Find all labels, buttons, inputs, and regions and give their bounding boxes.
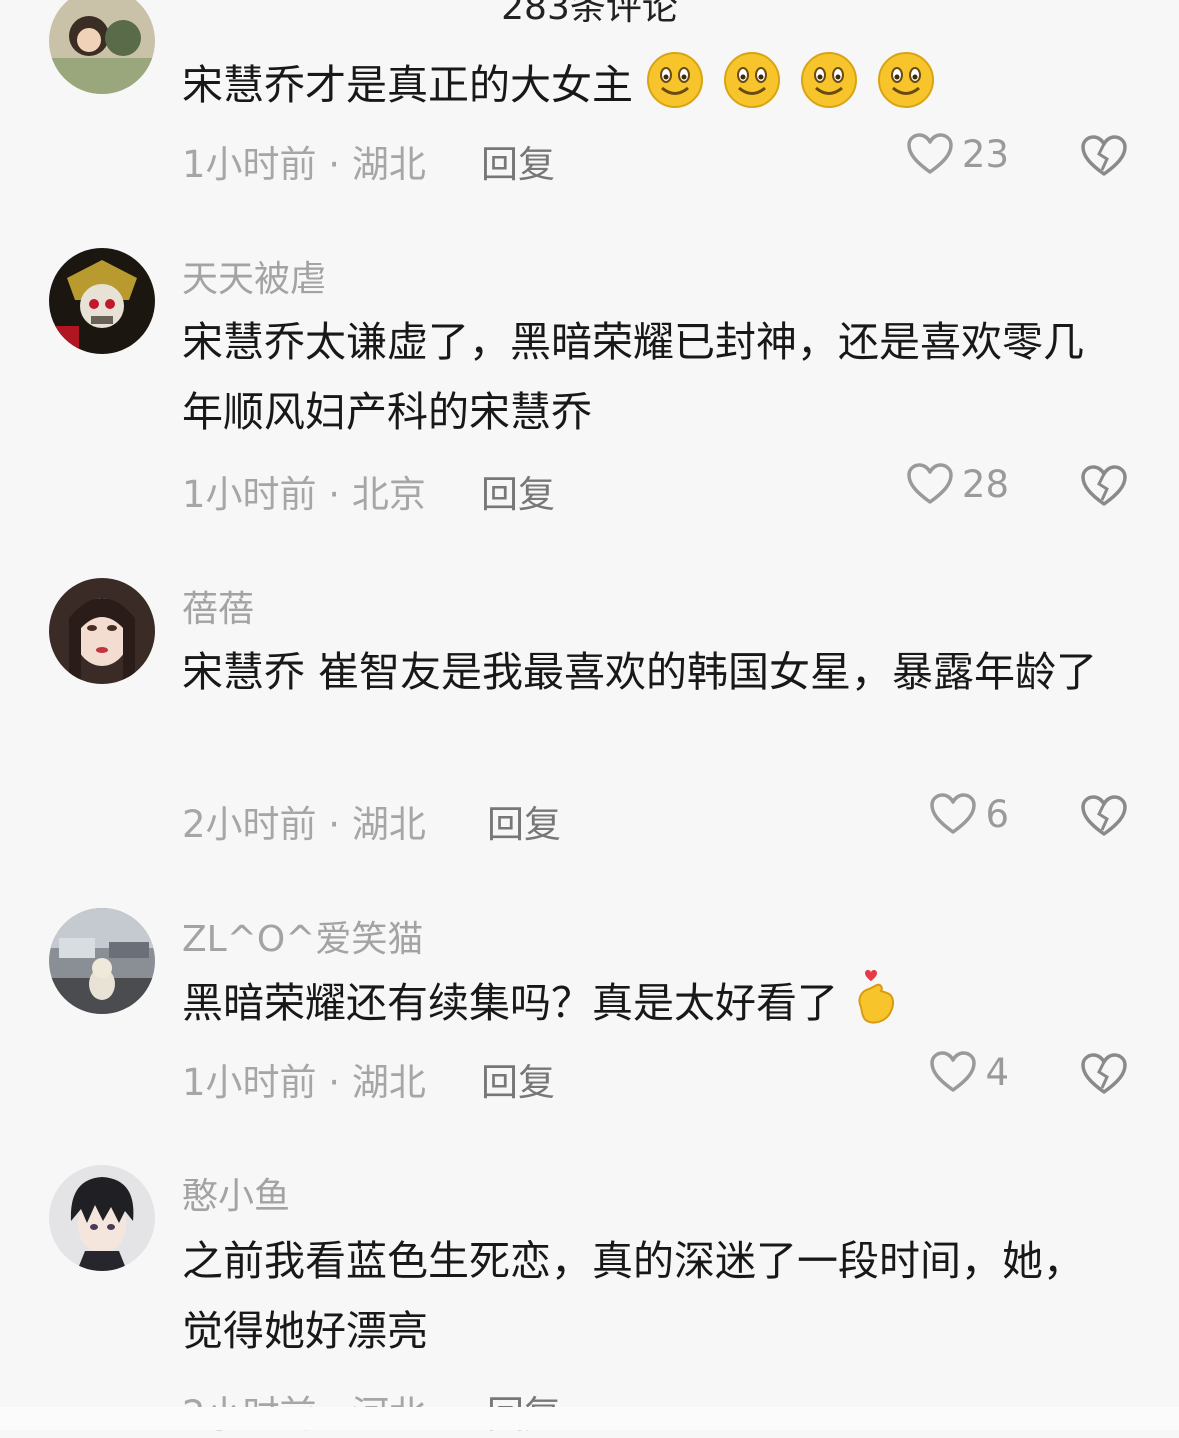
comment-meta: 1小时前 · 湖北 (182, 1061, 426, 1104)
dislike-button[interactable] (1080, 794, 1128, 842)
like-button[interactable]: 4 (929, 1050, 1009, 1094)
avatar[interactable] (49, 578, 155, 684)
dislike-button[interactable] (1080, 134, 1128, 182)
username[interactable]: 蓓蓓 (182, 580, 254, 632)
username[interactable]: 天天被虐 (182, 250, 326, 302)
like-count: 23 (961, 132, 1009, 176)
like-count: 28 (961, 462, 1009, 506)
broken-heart-icon (1081, 465, 1127, 506)
comment-text: 宋慧乔才是真正的大女主 (182, 50, 1112, 120)
smile-emoji-icon (878, 52, 935, 108)
avatar[interactable] (49, 0, 155, 94)
comment-meta: 2小时前 · 湖北 (182, 803, 426, 846)
like-button[interactable]: 28 (906, 462, 1009, 506)
comment-meta: 1小时前 · 北京 (182, 473, 426, 516)
dislike-button[interactable] (1080, 464, 1128, 512)
smile-emoji-icon (724, 52, 781, 108)
avatar[interactable] (49, 908, 155, 1014)
username[interactable]: 憨小鱼 (182, 1167, 290, 1219)
like-count: 6 (985, 792, 1009, 836)
avatar[interactable] (49, 1165, 155, 1271)
comment-text: 宋慧乔太谦虚了，黑暗荣耀已封神，还是喜欢零几年顺风妇产科的宋慧乔 (182, 318, 1084, 436)
comment-text: 黑暗荣耀还有续集吗？真是太好看了 (182, 967, 1112, 1038)
comments-count-title: 283条评论 (501, 0, 678, 28)
bottom-mask (0, 1407, 1179, 1430)
broken-heart-icon (1081, 1053, 1127, 1094)
heart-outline-icon (907, 133, 953, 174)
like-count: 4 (985, 1050, 1009, 1094)
like-button[interactable]: 6 (929, 792, 1009, 836)
smile-emoji-icon (647, 52, 704, 108)
reply-button[interactable]: 回复 (481, 1052, 555, 1106)
like-button[interactable]: 23 (906, 132, 1009, 176)
comment-text: 之前我看蓝色生死恋，真的深迷了一段时间，她，觉得她好漂亮 (182, 1237, 1084, 1355)
avatar[interactable] (49, 248, 155, 354)
reply-button[interactable]: 回复 (487, 794, 561, 848)
broken-heart-icon (1081, 795, 1127, 836)
heart-outline-icon (907, 463, 953, 504)
broken-heart-icon (1081, 135, 1127, 176)
heart-outline-icon (930, 793, 977, 834)
dislike-button[interactable] (1080, 1052, 1128, 1100)
comment-meta: 1小时前 · 湖北 (182, 143, 426, 186)
username[interactable]: ZL^O^爱笑猫 (182, 910, 423, 962)
reply-button[interactable]: 回复 (481, 464, 555, 518)
smile-emoji-icon (801, 52, 858, 108)
comment-text: 宋慧乔 崔智友是我最喜欢的韩国女星，暴露年龄了 (182, 648, 1098, 696)
finger-heart-emoji-icon (858, 970, 895, 1024)
heart-outline-icon (930, 1051, 977, 1092)
reply-button[interactable]: 回复 (481, 134, 555, 188)
